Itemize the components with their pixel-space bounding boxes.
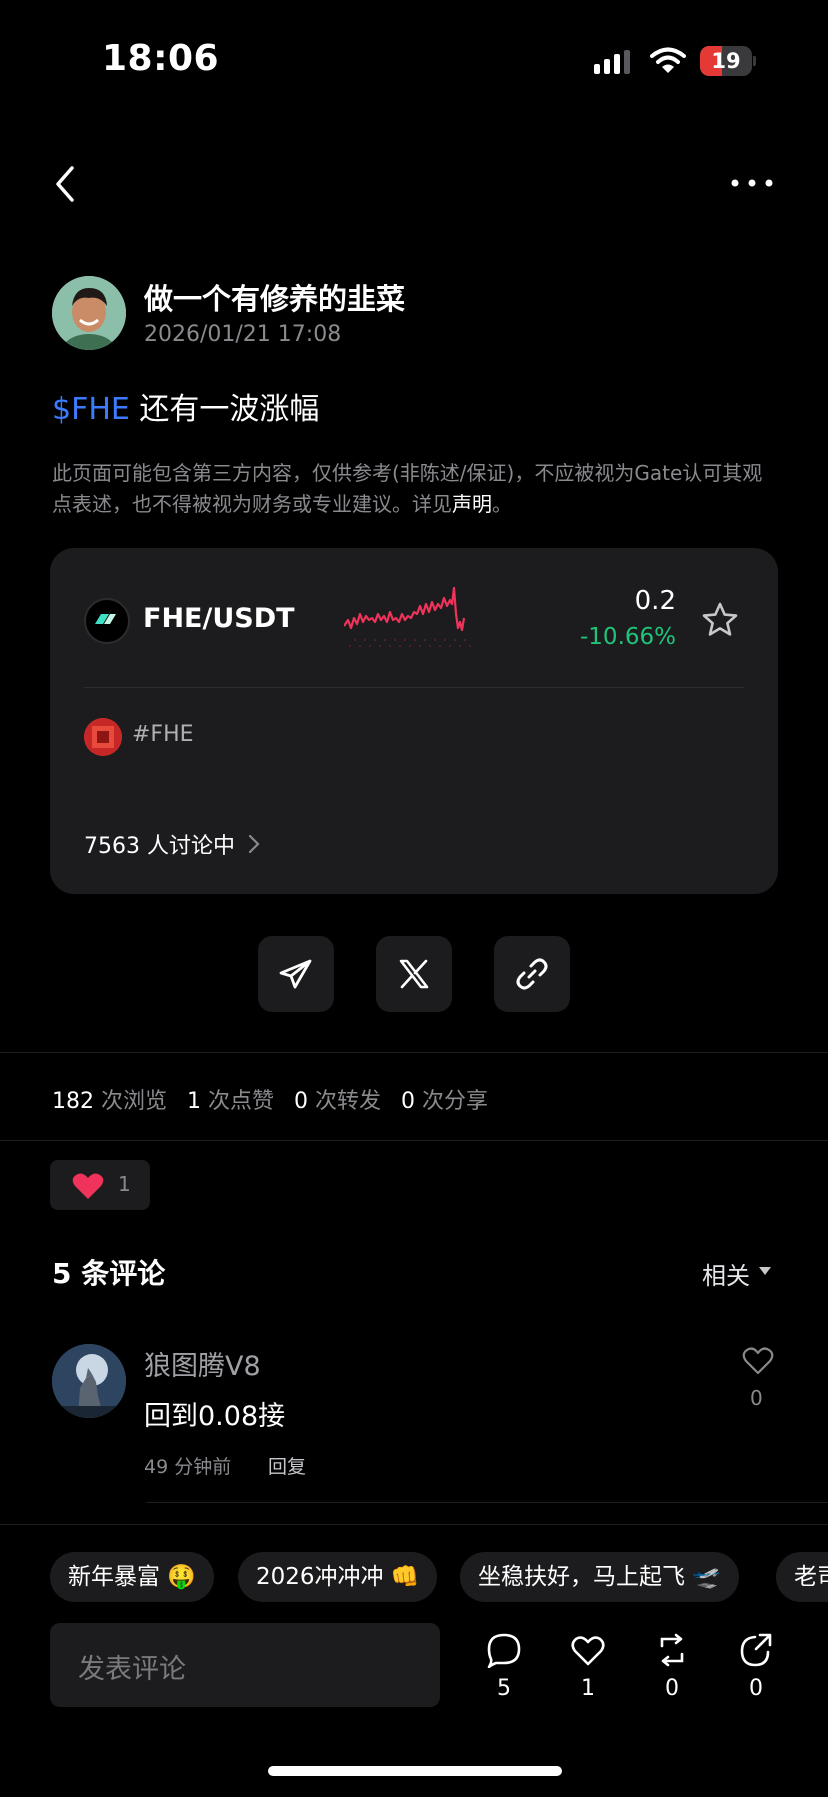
- discussion-count[interactable]: 7563 人讨论中: [84, 828, 235, 860]
- comment-action-button[interactable]: [479, 1632, 529, 1672]
- like-action-count: 1: [581, 1676, 595, 1701]
- share-x-button[interactable]: [376, 936, 452, 1012]
- price-sparkline: [344, 586, 471, 647]
- disclaimer-end: 。: [492, 492, 512, 516]
- comment-time: 49 分钟前: [144, 1456, 232, 1478]
- heart-outline-icon: [571, 1636, 605, 1666]
- comment-action-count: 5: [497, 1676, 511, 1701]
- heart-reaction-chip[interactable]: 1: [50, 1160, 150, 1210]
- copy-link-button[interactable]: [494, 936, 570, 1012]
- share-telegram-button[interactable]: [258, 936, 334, 1012]
- comment-divider: [146, 1502, 828, 1503]
- more-options-icon[interactable]: [730, 178, 774, 188]
- disclaimer-text: 此页面可能包含第三方内容，仅供参考(非陈述/保证)，不应被视为Gate认可其观点…: [52, 461, 763, 516]
- reposts-label: 次转发: [315, 1089, 382, 1114]
- status-time: 18:06: [102, 38, 220, 79]
- disclaimer: 此页面可能包含第三方内容，仅供参考(非陈述/保证)，不应被视为Gate认可其观点…: [52, 458, 780, 520]
- caret-down-icon[interactable]: [758, 1266, 772, 1276]
- wifi-icon: [650, 47, 686, 73]
- share-icon: [740, 1633, 772, 1667]
- post-title: $FHE 还有一波涨幅: [52, 384, 319, 428]
- link-icon: [516, 958, 548, 990]
- disclaimer-link[interactable]: 声明: [452, 492, 492, 516]
- tag-avatar: [84, 718, 122, 756]
- reply-button[interactable]: 回复: [268, 1452, 306, 1479]
- ticker-link[interactable]: $FHE: [52, 392, 130, 427]
- post-stats: 182 次浏览 1 次点赞 0 次转发 0 次分享: [52, 1083, 488, 1115]
- repost-action-count: 0: [665, 1676, 679, 1701]
- favorite-star-icon[interactable]: [700, 600, 740, 640]
- quick-reply-chip[interactable]: 2026冲冲冲 👊: [238, 1552, 438, 1602]
- likes-count: 1: [187, 1089, 202, 1114]
- chevron-right-icon: [248, 834, 260, 854]
- like-action-button[interactable]: [563, 1632, 613, 1672]
- comment-username[interactable]: 狼图腾V8: [144, 1344, 261, 1383]
- heart-icon: [72, 1173, 104, 1199]
- share-action-count: 0: [749, 1676, 763, 1701]
- reposts-count: 0: [294, 1089, 309, 1114]
- comment-like-count: 0: [750, 1386, 763, 1410]
- home-indicator[interactable]: [268, 1766, 562, 1776]
- shares-count: 0: [401, 1089, 416, 1114]
- battery-indicator: 19: [700, 46, 756, 76]
- comment-input-placeholder: 发表评论: [78, 1654, 186, 1685]
- trading-pair[interactable]: FHE/USDT: [143, 603, 295, 634]
- post-text: 还有一波涨幅: [129, 392, 320, 427]
- heart-count: 1: [118, 1172, 131, 1196]
- commenter-avatar[interactable]: [52, 1344, 126, 1418]
- shares-label: 次分享: [422, 1089, 489, 1114]
- comment-input[interactable]: 发表评论: [50, 1623, 440, 1707]
- repost-action-button[interactable]: [647, 1632, 697, 1672]
- fhe-token-icon: [84, 598, 130, 644]
- views-count: 182: [52, 1089, 94, 1114]
- comment-text: 回到0.08接: [144, 1401, 286, 1432]
- section-separator: [0, 1052, 828, 1053]
- back-icon[interactable]: [50, 162, 80, 206]
- quick-reply-chip[interactable]: 坐稳扶好，马上起飞 🛫: [460, 1552, 739, 1602]
- quick-reply-chip[interactable]: 老司: [776, 1552, 828, 1602]
- comments-title: 5 条评论: [52, 1257, 166, 1290]
- author-name[interactable]: 做一个有修养的韭菜: [144, 276, 405, 318]
- section-separator: [0, 1140, 828, 1141]
- views-label: 次浏览: [101, 1089, 168, 1114]
- cellular-signal-icon: [594, 50, 630, 74]
- topic-tag[interactable]: #FHE: [132, 722, 194, 747]
- likes-label: 次点赞: [208, 1089, 275, 1114]
- sort-dropdown[interactable]: 相关: [702, 1256, 750, 1291]
- telegram-icon: [279, 959, 312, 989]
- author-avatar[interactable]: [52, 276, 126, 350]
- comment-bubble-icon: [487, 1633, 521, 1668]
- card-divider: [84, 687, 744, 688]
- quick-reply-chip[interactable]: 新年暴富 🤑: [50, 1552, 214, 1602]
- repost-icon: [660, 1633, 684, 1667]
- share-action-button[interactable]: [731, 1632, 781, 1672]
- comment-heart-icon[interactable]: [742, 1346, 774, 1376]
- x-logo-icon: [399, 959, 429, 989]
- battery-level: 19: [711, 49, 741, 73]
- pair-change: -10.66%: [580, 624, 676, 650]
- post-date: 2026/01/21 17:08: [144, 322, 342, 347]
- pair-price: 0.2: [634, 586, 676, 616]
